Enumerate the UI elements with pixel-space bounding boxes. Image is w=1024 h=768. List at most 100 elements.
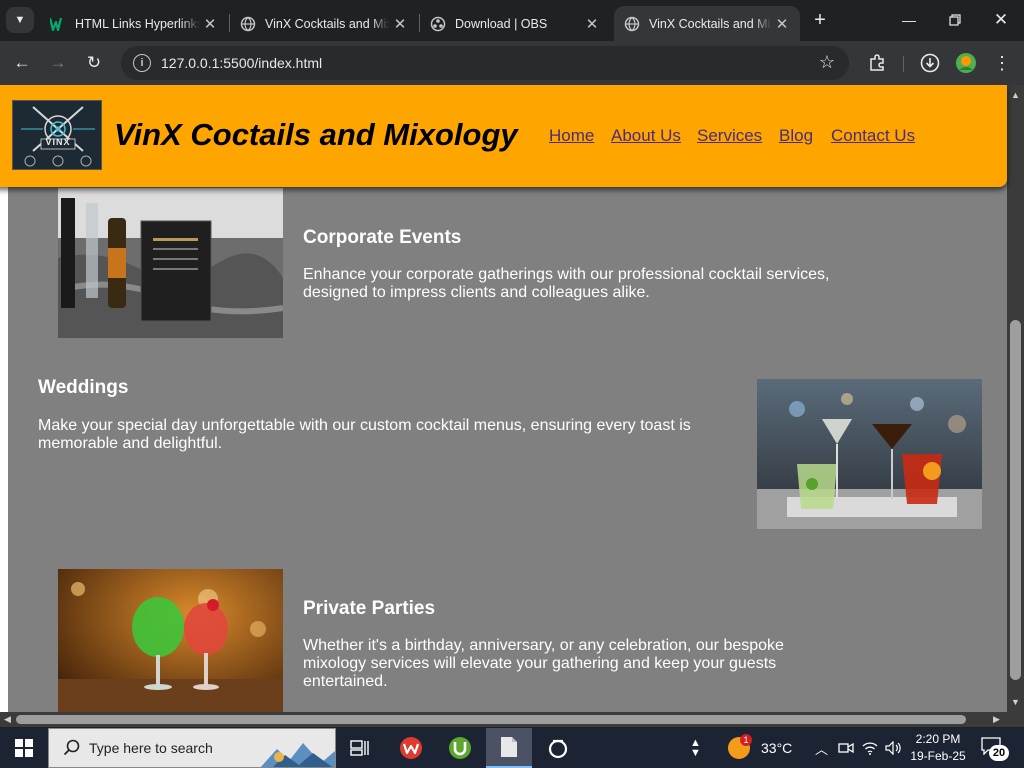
forward-button[interactable]: → <box>44 49 72 77</box>
service-title-private-parties: Private Parties <box>303 598 436 619</box>
notification-count-badge: 20 <box>989 745 1009 761</box>
close-icon: ✕ <box>993 10 1009 29</box>
notification-center-button[interactable]: 20 <box>981 737 1011 761</box>
speaker-icon <box>885 741 901 755</box>
windows-taskbar: Type here to search ▲ ▼ 1 33°C ︿ 2:20 PM … <box>0 728 1024 768</box>
horizontal-scroll-thumb[interactable] <box>16 715 966 724</box>
tab-html-links[interactable]: HTML Links Hyperlinks ✕ <box>40 6 228 41</box>
nav-link-blog[interactable]: Blog <box>779 126 813 146</box>
obs-icon <box>430 16 446 32</box>
clock-date: 19-Feb-25 <box>910 749 966 763</box>
wifi-icon <box>862 742 878 755</box>
tab-title: VinX Cocktails and Mixology <box>265 16 390 31</box>
search-icon <box>63 739 80 756</box>
obs-studio-app[interactable] <box>535 728 581 768</box>
close-window-button[interactable]: ✕ <box>978 0 1024 40</box>
tab-download-obs[interactable]: Download | OBS ✕ <box>420 6 610 41</box>
close-icon[interactable]: ✕ <box>772 14 792 34</box>
scroll-right-arrow-icon[interactable]: ▶ <box>993 714 1000 725</box>
nav-link-about-us[interactable]: About Us <box>611 126 681 146</box>
plus-icon: + <box>814 8 826 31</box>
tab-title: HTML Links Hyperlinks <box>75 16 200 31</box>
nav-link-services[interactable]: Services <box>697 126 762 146</box>
volume-button[interactable] <box>885 728 902 768</box>
globe-icon <box>624 16 640 32</box>
sun-icon: 1 <box>728 734 752 759</box>
nav-link-contact-us[interactable]: Contact Us <box>831 126 915 146</box>
wps-office-icon <box>400 737 422 759</box>
page-viewport: Corporate Events Enhance your corporate … <box>0 85 1024 727</box>
vinx-logo[interactable]: VINX <box>12 100 102 170</box>
browser-toolbar: ← → ↻ i 127.0.0.1:5500/index.html ☆ ⋮ <box>0 41 1024 85</box>
site-header: VINX VinX Coctails and Mixology Home Abo… <box>0 85 1007 187</box>
weather-widget[interactable]: 1 33°C <box>728 728 792 768</box>
chrome-menu-button[interactable]: ⋮ <box>989 50 1015 76</box>
close-icon[interactable]: ✕ <box>200 14 220 34</box>
restore-icon <box>949 14 961 26</box>
corporate-events-image <box>58 188 283 338</box>
arrow-right-icon: → <box>49 53 67 72</box>
bookmark-star-icon[interactable]: ☆ <box>819 52 835 73</box>
close-icon[interactable]: ✕ <box>582 14 602 34</box>
notepad-app[interactable] <box>486 728 532 768</box>
weather-badge: 1 <box>740 734 752 746</box>
profile-avatar[interactable] <box>953 50 979 76</box>
chevron-up-icon: ︿ <box>815 741 829 757</box>
start-button[interactable] <box>0 728 48 768</box>
scrollbar-corner <box>1007 712 1024 727</box>
reload-button[interactable]: ↻ <box>80 49 108 77</box>
new-tab-button[interactable]: + <box>808 8 832 32</box>
vinx-logo-icon <box>13 101 101 169</box>
address-bar[interactable]: i 127.0.0.1:5500/index.html ☆ <box>121 46 849 80</box>
utorrent-icon <box>449 737 471 759</box>
minimize-button[interactable]: — <box>886 0 932 40</box>
chevron-down-icon: ▼ <box>14 14 26 26</box>
vertical-scrollbar[interactable]: ▲ ▼ <box>1007 85 1024 712</box>
globe-icon <box>240 16 256 32</box>
download-icon <box>920 53 940 73</box>
search-placeholder: Type here to search <box>89 740 213 756</box>
tab-vinx-active[interactable]: VinX Cocktails and Mixology ✕ <box>614 6 800 41</box>
wps-office-app[interactable] <box>388 728 434 768</box>
reload-icon: ↻ <box>86 53 102 72</box>
weather-temperature: 33°C <box>761 740 793 756</box>
tab-title: VinX Cocktails and Mixology <box>649 16 772 31</box>
tab-search-button[interactable]: ▼ <box>6 7 34 33</box>
meet-now-button[interactable] <box>838 728 854 768</box>
vertical-scroll-thumb[interactable] <box>1010 320 1021 680</box>
site-info-icon[interactable]: i <box>133 54 151 72</box>
obs-icon <box>548 739 568 759</box>
nav-link-home[interactable]: Home <box>549 126 594 146</box>
clock-time: 2:20 PM <box>915 732 961 746</box>
horizontal-scrollbar[interactable]: ◀ ▶ <box>0 712 1007 727</box>
scroll-down-arrow-icon[interactable]: ▼ <box>1011 697 1020 707</box>
service-desc-corporate: Enhance your corporate gatherings with o… <box>303 266 830 301</box>
downloads-button[interactable] <box>917 50 943 76</box>
windows-logo-icon <box>15 739 33 757</box>
show-hidden-icons-button[interactable]: ︿ <box>815 728 828 768</box>
extensions-button[interactable] <box>864 50 890 76</box>
tab-vinx-1[interactable]: VinX Cocktails and Mixology ✕ <box>230 6 418 41</box>
taskbar-clock[interactable]: 2:20 PM 19-Feb-25 <box>905 731 971 765</box>
avatar-icon <box>956 53 976 73</box>
restore-button[interactable] <box>932 0 978 40</box>
tray-overflow-button[interactable]: ▲ ▼ <box>690 728 701 768</box>
site-title: VinX Coctails and Mixology <box>114 117 518 152</box>
scroll-left-arrow-icon[interactable]: ◀ <box>4 714 11 725</box>
puzzle-icon <box>870 54 884 71</box>
back-button[interactable]: ← <box>8 49 36 77</box>
weddings-image <box>757 379 982 529</box>
service-title-weddings: Weddings <box>38 377 129 398</box>
w3schools-icon <box>50 16 66 32</box>
chevron-up-icon: ▲ ▼ <box>690 737 701 759</box>
close-icon[interactable]: ✕ <box>390 14 410 34</box>
private-parties-image <box>58 569 283 715</box>
task-view-button[interactable] <box>337 728 383 768</box>
arrow-left-icon: ← <box>13 53 31 72</box>
scroll-up-arrow-icon[interactable]: ▲ <box>1011 90 1020 100</box>
network-button[interactable] <box>862 728 878 768</box>
url-text: 127.0.0.1:5500/index.html <box>161 55 323 71</box>
minimize-icon: — <box>902 12 916 28</box>
taskbar-search-box[interactable]: Type here to search <box>48 728 336 768</box>
utorrent-app[interactable] <box>437 728 483 768</box>
